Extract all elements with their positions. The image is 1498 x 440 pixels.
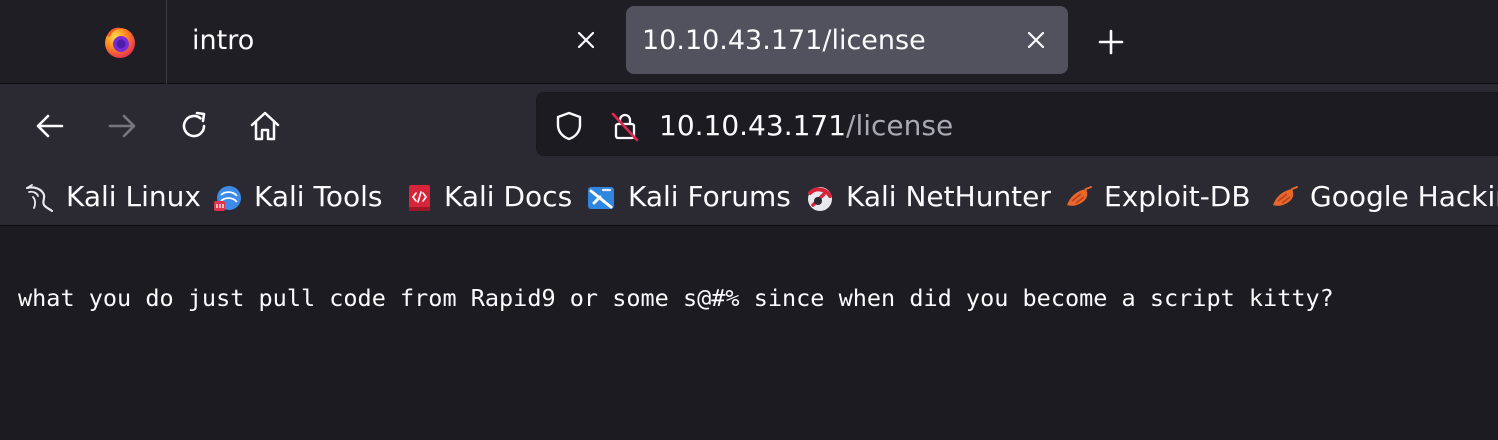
bookmarks-toolbar: Kali Linux Kali Tools Kali Docs Kali For…: [0, 168, 1498, 226]
tracking-protection-shield-icon[interactable]: [553, 110, 585, 142]
bookmark-label: Kali Docs: [444, 180, 573, 213]
navigation-toolbar: 10.10.43.171/license: [0, 84, 1498, 168]
kali-nethunter-icon: [808, 187, 832, 211]
forward-arrow-icon[interactable]: [104, 108, 140, 144]
kali-docs-icon: [409, 185, 430, 211]
bookmark-kali-forums[interactable]: Kali Forums: [586, 179, 791, 215]
close-icon[interactable]: [1022, 26, 1050, 54]
home-icon[interactable]: [247, 108, 283, 144]
bookmark-label: Kali Linux: [66, 180, 201, 213]
back-arrow-icon[interactable]: [32, 108, 68, 144]
bookmark-label: Exploit-DB: [1104, 180, 1251, 213]
bookmark-exploit-db[interactable]: Exploit-DB: [1064, 179, 1251, 215]
bookmark-label: Kali NetHunter: [846, 180, 1051, 213]
exploit-db-icon: [1067, 186, 1092, 206]
bookmark-label: Kali Tools: [254, 180, 383, 213]
url-path: /license: [846, 109, 954, 142]
tab-strip: intro 10.10.43.171/license: [0, 0, 1498, 84]
url-bar[interactable]: 10.10.43.171/license: [536, 92, 1498, 156]
page-content: what you do just pull code from Rapid9 o…: [0, 226, 1498, 440]
firefox-icon[interactable]: [100, 22, 140, 62]
bookmark-kali-linux[interactable]: Kali Linux: [24, 179, 201, 215]
browser-window: intro 10.10.43.171/license 10.10.43.171/…: [0, 0, 1498, 440]
bookmark-google-hacking[interactable]: Google Hackin: [1270, 179, 1498, 215]
bookmark-label: Google Hackin: [1310, 180, 1498, 213]
bookmark-kali-nethunter[interactable]: Kali NetHunter: [804, 179, 1051, 215]
kali-dragon-icon: [25, 184, 54, 213]
bookmark-kali-docs[interactable]: Kali Docs: [404, 179, 572, 215]
bookmark-label: Kali Forums: [628, 180, 791, 213]
new-tab-plus-icon[interactable]: [1094, 25, 1128, 59]
kali-forums-icon: [588, 187, 614, 209]
tab-separator: [166, 0, 167, 84]
url-host: 10.10.43.171: [659, 109, 847, 142]
url-text[interactable]: 10.10.43.171/license: [659, 109, 953, 143]
tab-title: 10.10.43.171/license: [642, 25, 926, 56]
insecure-lock-icon[interactable]: [609, 110, 641, 142]
tab-license[interactable]: 10.10.43.171/license: [626, 6, 1068, 74]
reload-icon[interactable]: [176, 108, 212, 144]
bookmark-kali-tools[interactable]: Kali Tools: [212, 179, 382, 215]
close-icon[interactable]: [572, 26, 600, 54]
google-hacking-icon: [1273, 186, 1298, 206]
tab-intro[interactable]: intro: [168, 6, 614, 74]
kali-tools-icon: [214, 186, 241, 211]
tab-title: intro: [192, 25, 255, 56]
page-body-text: what you do just pull code from Rapid9 o…: [18, 284, 1334, 312]
